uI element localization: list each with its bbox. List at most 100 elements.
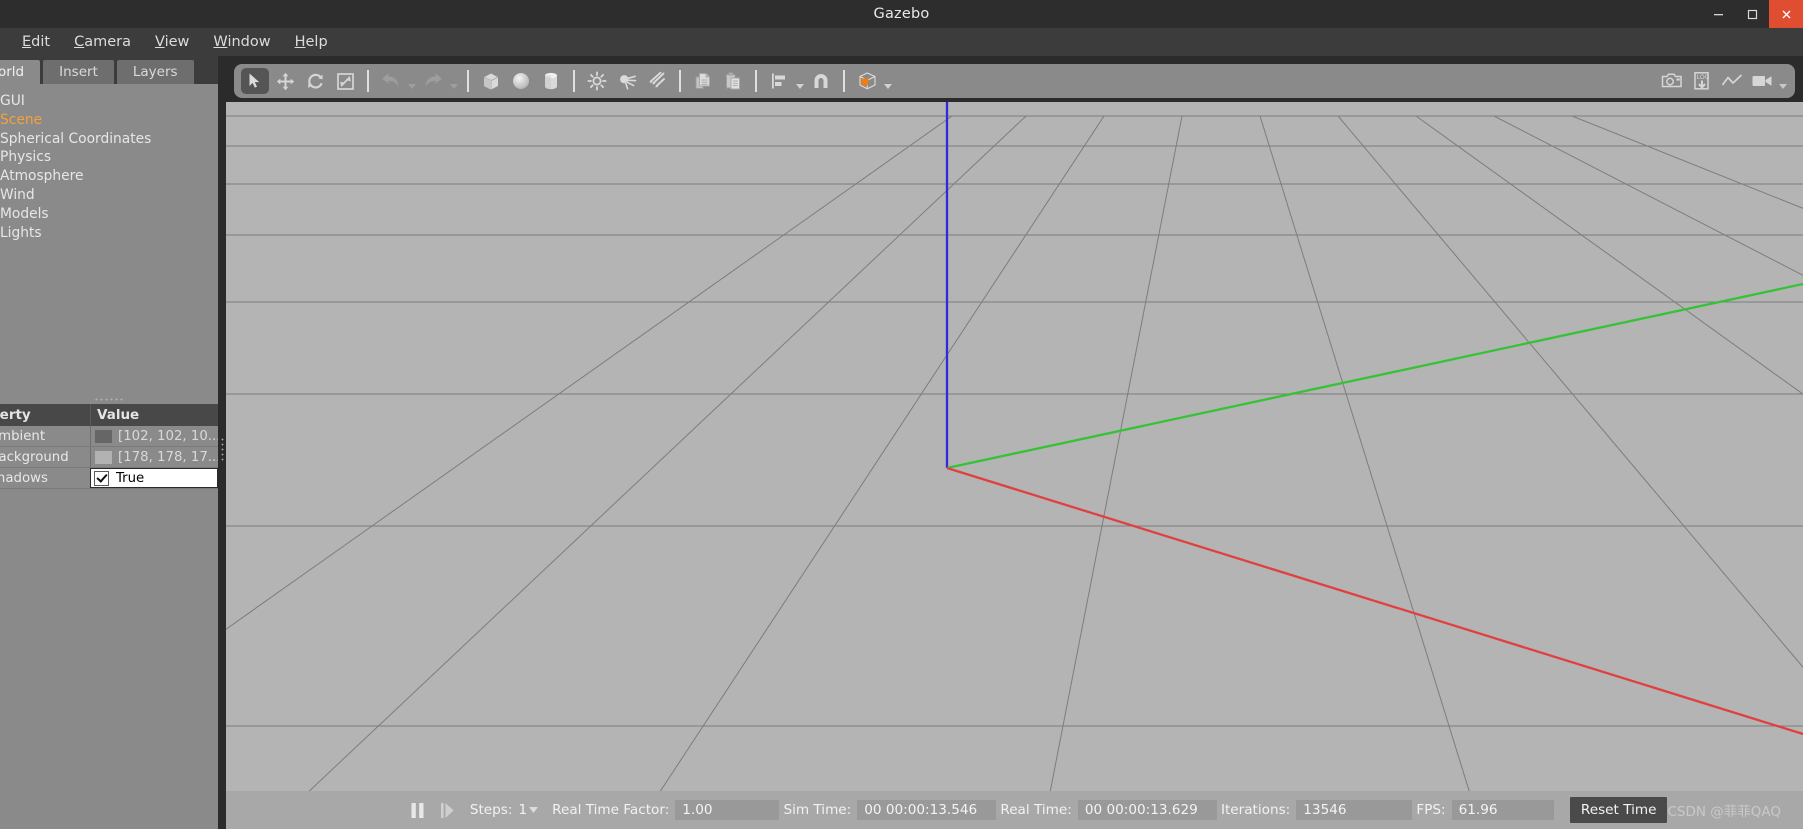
snap-button[interactable] [807, 68, 835, 94]
steps-stepper[interactable]: 1 [518, 802, 539, 818]
toolbar-separator [843, 70, 845, 92]
panel-tab-bar: orld Insert Layers [0, 56, 218, 84]
insert-box-button[interactable] [477, 68, 505, 94]
minimize-button[interactable] [1701, 0, 1735, 28]
scale-mode-button[interactable] [331, 68, 359, 94]
plot-button[interactable] [1718, 68, 1746, 94]
close-icon [1782, 10, 1790, 18]
log-download-icon: LOG [1693, 71, 1709, 90]
color-swatch-background [95, 450, 112, 464]
video-record-menu-button[interactable] [1777, 68, 1789, 94]
pause-icon [411, 802, 424, 818]
real-time-factor-value: 1.00 [675, 800, 780, 820]
video-record-button[interactable] [1748, 68, 1776, 94]
pause-button[interactable] [406, 797, 430, 823]
menu-camera[interactable]: Camera [62, 31, 143, 53]
tab-insert[interactable]: Insert [43, 60, 114, 84]
view-angle-menu-button[interactable] [882, 68, 894, 94]
sim-time-label: Sim Time: [783, 802, 852, 818]
insert-cylinder-button[interactable] [537, 68, 565, 94]
property-value-shadows[interactable]: True [90, 468, 218, 488]
maximize-icon [1747, 9, 1757, 19]
steps-label: Steps: [469, 802, 513, 818]
fps-value: 61.96 [1451, 800, 1554, 820]
iterations-value: 13546 [1296, 800, 1413, 820]
panel-resize-handle[interactable] [219, 430, 226, 470]
menu-view[interactable]: View [143, 31, 201, 53]
real-time-label: Real Time: [1000, 802, 1072, 818]
world-tree: GUI Scene Spherical Coordinates Physics … [0, 84, 218, 394]
column-header-property: perty [0, 407, 31, 423]
undo-arrow-icon [382, 73, 399, 87]
property-value-background[interactable]: [178, 178, 17... [90, 447, 218, 467]
close-button[interactable] [1769, 0, 1803, 28]
title-bar: Gazebo [0, 0, 1803, 28]
menu-help[interactable]: Help [283, 31, 340, 53]
spot-light-icon [620, 75, 637, 90]
toolbar-separator [573, 70, 575, 92]
point-light-button[interactable] [583, 68, 611, 94]
column-header-value: Value [90, 404, 218, 426]
log-record-button[interactable]: LOG [1688, 68, 1716, 94]
paste-button[interactable] [719, 68, 747, 94]
cylinder-icon [545, 72, 557, 90]
copy-button[interactable] [689, 68, 717, 94]
select-mode-button[interactable] [241, 68, 269, 94]
tab-world[interactable]: orld [0, 60, 41, 84]
rotate-icon [307, 73, 323, 89]
step-forward-button[interactable] [436, 797, 460, 823]
shadows-checkbox[interactable] [94, 470, 109, 486]
tree-item-physics[interactable]: Physics [0, 148, 218, 167]
tab-layers[interactable]: Layers [116, 60, 194, 84]
property-value-background-text: [178, 178, 17... [118, 449, 218, 465]
menu-bar: Edit Camera View Window Help [0, 28, 1803, 56]
svg-text:LOG: LOG [1696, 74, 1709, 81]
plot-line-icon [1721, 74, 1743, 86]
directional-light-button[interactable] [643, 68, 671, 94]
viewport-background [226, 102, 1803, 791]
toolbar-separator [467, 70, 469, 92]
box-icon [483, 73, 499, 90]
table-row[interactable]: background [178, 178, 17... [0, 447, 218, 468]
redo-button[interactable] [419, 68, 447, 94]
caret-down-icon [408, 84, 416, 89]
iterations-label: Iterations: [1220, 802, 1291, 818]
menu-window[interactable]: Window [201, 31, 282, 53]
align-button[interactable] [765, 68, 793, 94]
tree-item-gui[interactable]: GUI [0, 92, 218, 111]
tree-item-scene[interactable]: Scene [0, 111, 218, 130]
rotate-mode-button[interactable] [301, 68, 329, 94]
redo-arrow-icon [425, 73, 442, 87]
insert-sphere-button[interactable] [507, 68, 535, 94]
directional-light-icon [649, 71, 665, 88]
copy-icon [695, 73, 710, 89]
maximize-button[interactable] [1735, 0, 1769, 28]
menu-edit[interactable]: Edit [10, 31, 62, 53]
align-menu-button[interactable] [794, 68, 806, 94]
screenshot-button[interactable] [1658, 68, 1686, 94]
property-value-ambient[interactable]: [102, 102, 10... [90, 426, 218, 446]
reset-time-button[interactable]: Reset Time [1569, 797, 1668, 823]
undo-button[interactable] [377, 68, 405, 94]
3d-viewport[interactable] [226, 102, 1803, 791]
redo-menu-button[interactable] [448, 68, 460, 94]
table-row[interactable]: shadows True [0, 468, 218, 489]
undo-menu-button[interactable] [406, 68, 418, 94]
point-light-icon [587, 71, 607, 91]
gazebo-window: Gazebo Edit Camera View Window Help orld… [0, 0, 1803, 829]
tree-item-spherical-coordinates[interactable]: Spherical Coordinates [0, 130, 218, 149]
caret-down-icon [529, 807, 539, 813]
color-swatch-ambient [95, 429, 112, 443]
tree-item-atmosphere[interactable]: Atmosphere [0, 167, 218, 186]
tree-item-lights[interactable]: Lights [0, 224, 218, 243]
view-angle-button[interactable] [853, 68, 881, 94]
align-icon [772, 73, 785, 89]
spot-light-button[interactable] [613, 68, 641, 94]
tree-item-wind[interactable]: Wind [0, 186, 218, 205]
camera-icon [1661, 73, 1682, 88]
table-row[interactable]: ambient [102, 102, 10... [0, 426, 218, 447]
tree-item-models[interactable]: Models [0, 205, 218, 224]
resize-grip-icon [221, 437, 224, 463]
translate-mode-button[interactable] [271, 68, 299, 94]
panel-splitter[interactable] [0, 394, 218, 404]
